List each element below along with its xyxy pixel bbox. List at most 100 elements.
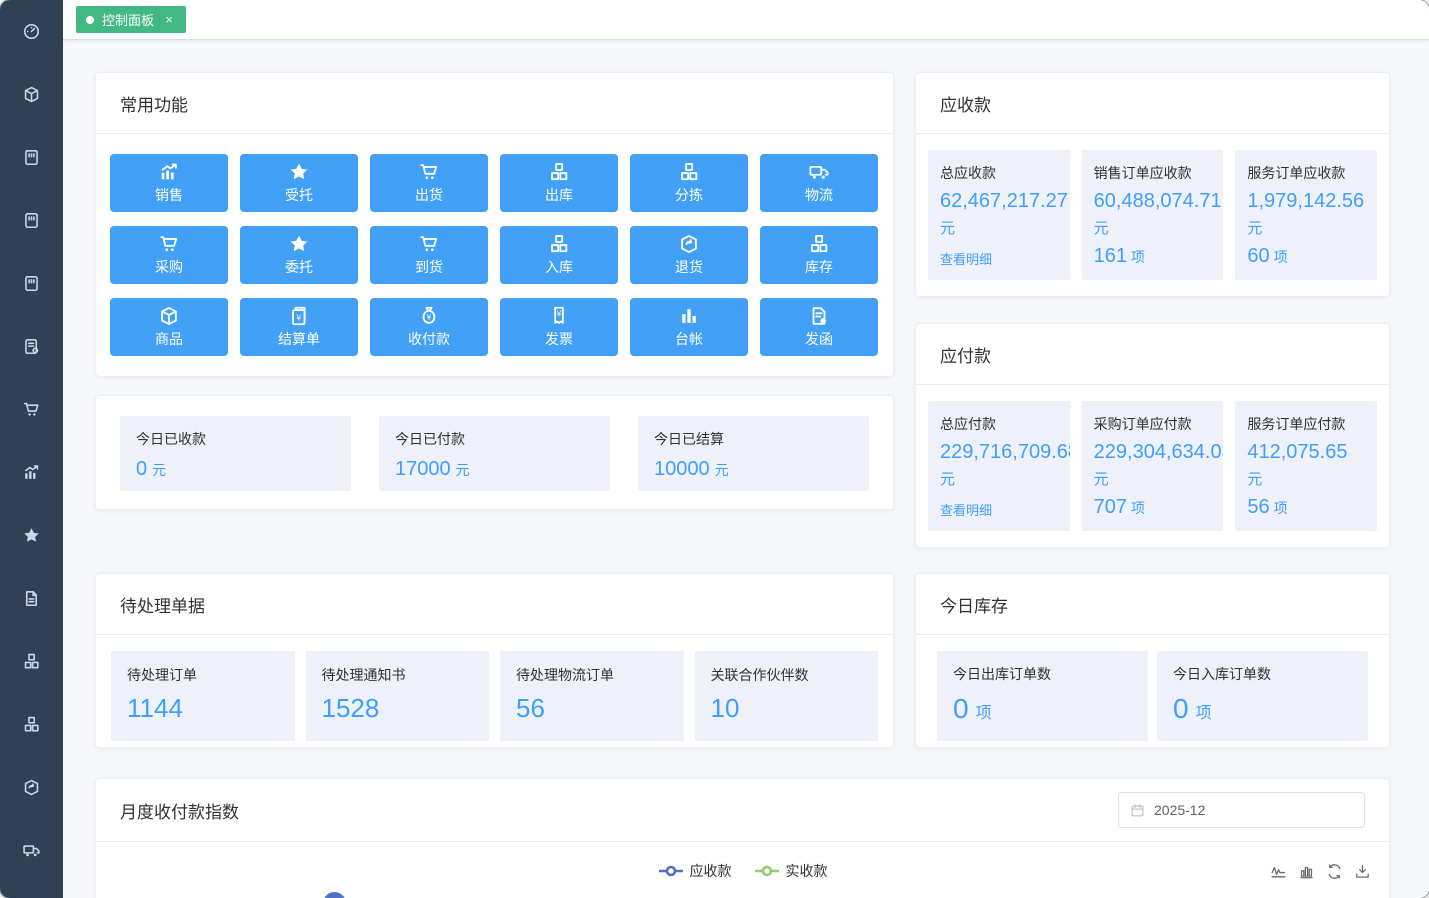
tile-label: 总应付款 <box>940 414 1070 434</box>
feature-button-sorting[interactable]: 分拣 <box>630 154 748 212</box>
tab-close-icon[interactable]: × <box>162 13 176 27</box>
pending-logistics-tile: 待处理物流订单 56 <box>500 651 684 741</box>
today-received-tile: 今日已收款 0元 <box>120 416 351 491</box>
view-details-link[interactable]: 查看明细 <box>940 500 992 519</box>
view-details-link[interactable]: 查看明细 <box>940 249 992 268</box>
service-order-payable-tile: 服务订单应付款 412,075.65 元 56项 <box>1235 401 1377 531</box>
sidebar-item-order-2[interactable] <box>0 189 63 252</box>
sidebar-item-stock[interactable] <box>0 756 63 819</box>
feature-button-goods[interactable]: 商品 <box>110 298 228 356</box>
feature-button-logistics[interactable]: 物流 <box>760 154 878 212</box>
line-chart-toggle-icon[interactable] <box>1270 863 1287 880</box>
month-picker-input[interactable]: 2025-12 <box>1118 792 1365 828</box>
receivables-card: 应收款 总应收款 62,467,217.27 元 查看明细 销售订单应收款 <box>915 72 1390 297</box>
inbound-count-tile: 今日入库订单数 0项 <box>1157 651 1368 741</box>
card-title: 待处理单据 <box>120 592 205 617</box>
tile-count: 707 <box>1094 496 1127 518</box>
feature-button-returns[interactable]: 退货 <box>630 226 748 284</box>
tile-value: 0 <box>1173 693 1189 724</box>
feature-button-entrusted[interactable]: 受托 <box>240 154 358 212</box>
tile-value: 62,467,217.27 <box>940 190 1070 213</box>
feature-button-shipment[interactable]: 出货 <box>370 154 488 212</box>
feature-button-purchase[interactable]: 采购 <box>110 226 228 284</box>
refresh-icon[interactable] <box>1326 863 1343 880</box>
today-settled-tile: 今日已结算 10000元 <box>638 416 869 491</box>
star-icon <box>288 233 310 255</box>
legend-item-receivable[interactable]: 应收款 <box>658 861 732 881</box>
cubes-icon <box>548 161 570 183</box>
tile-label: 待处理通知书 <box>322 665 474 685</box>
feature-button-invoice[interactable]: 发票 <box>500 298 618 356</box>
download-icon[interactable] <box>1354 863 1371 880</box>
feature-buttons-grid: 销售 受托 出货 出库 分拣 物流 采购 委托 到货 入库 退货 库存 <box>96 134 893 376</box>
tile-count-unit: 项 <box>1131 249 1145 265</box>
tile-value: 17000 <box>395 458 451 480</box>
truck-icon <box>808 161 830 183</box>
partner-count-tile: 关联合作伙伴数 10 <box>695 651 879 741</box>
feature-button-ledger[interactable]: 台帐 <box>630 298 748 356</box>
feature-button-outbound[interactable]: 出库 <box>500 154 618 212</box>
bar-chart-toggle-icon[interactable] <box>1298 863 1315 880</box>
receivables-header: 应收款 <box>916 73 1389 134</box>
calendar-icon <box>1130 803 1145 818</box>
legend-item-actual[interactable]: 实收款 <box>754 861 828 881</box>
tile-count-unit: 项 <box>1131 500 1145 516</box>
tile-value: 1,979,142.56 <box>1247 190 1377 213</box>
cubes-icon <box>678 161 700 183</box>
document-icon <box>22 589 41 608</box>
cubes-icon <box>808 233 830 255</box>
feature-button-label: 台帐 <box>675 329 703 349</box>
sidebar-item-logistics[interactable] <box>0 819 63 882</box>
card-title: 应收款 <box>940 91 991 116</box>
inventory-today-card: 今日库存 今日出库订单数 0项 今日入库订单数 0项 <box>915 573 1390 748</box>
feature-button-inventory[interactable]: 库存 <box>760 226 878 284</box>
trend-chart-icon <box>22 463 41 482</box>
inventory-today-header: 今日库存 <box>916 574 1389 635</box>
dashboard-content: 常用功能 销售 受托 出货 出库 分拣 物流 采购 委托 到货 入库 <box>63 40 1429 898</box>
star-icon <box>288 161 310 183</box>
stock-box-icon <box>22 778 41 797</box>
legend-label: 实收款 <box>786 861 828 881</box>
tile-value: 60,488,074.71 <box>1094 190 1224 213</box>
active-tab-dot-icon <box>86 16 94 24</box>
sidebar-item-product[interactable] <box>0 63 63 126</box>
feature-button-payments[interactable]: 收付款 <box>370 298 488 356</box>
feature-button-statement[interactable]: 结算单 <box>240 298 358 356</box>
feature-button-sales[interactable]: 销售 <box>110 154 228 212</box>
feature-button-letter[interactable]: 发函 <box>760 298 878 356</box>
letter-badge-icon <box>808 305 830 327</box>
feature-button-label: 委托 <box>285 257 313 277</box>
tab-dashboard[interactable]: 控制面板 × <box>76 6 186 33</box>
sidebar-item-warehouse-out[interactable] <box>0 630 63 693</box>
tile-label: 采购订单应付款 <box>1094 414 1224 434</box>
sidebar-item-consign[interactable] <box>0 504 63 567</box>
sidebar-item-order-1[interactable] <box>0 126 63 189</box>
sidebar-item-dashboard[interactable] <box>0 0 63 63</box>
sidebar-item-settlement[interactable] <box>0 315 63 378</box>
feature-button-arrival[interactable]: 到货 <box>370 226 488 284</box>
chart-legend: 应收款 实收款 <box>96 842 1389 881</box>
tile-label: 待处理订单 <box>127 665 279 685</box>
tile-label: 服务订单应付款 <box>1247 414 1377 434</box>
tile-unit: 元 <box>456 462 470 478</box>
card-title: 常用功能 <box>120 91 188 116</box>
tile-label: 今日已付款 <box>395 429 594 449</box>
main-area: 控制面板 × 常用功能 销售 受托 出货 <box>63 0 1429 898</box>
sidebar-item-order-3[interactable] <box>0 252 63 315</box>
tile-label: 总应收款 <box>940 163 1070 183</box>
total-receivable-tile: 总应收款 62,467,217.27 元 查看明细 <box>928 150 1070 280</box>
feature-button-label: 出货 <box>415 185 443 205</box>
sidebar-item-purchase[interactable] <box>0 378 63 441</box>
total-payable-tile: 总应付款 229,716,709.68 元 查看明细 <box>928 401 1070 531</box>
feature-button-inbound[interactable]: 入库 <box>500 226 618 284</box>
pending-documents-header: 待处理单据 <box>96 574 893 635</box>
feature-button-commission[interactable]: 委托 <box>240 226 358 284</box>
sidebar-item-warehouse-in[interactable] <box>0 693 63 756</box>
tab-bar: 控制面板 × <box>63 0 1429 40</box>
sidebar-item-reports[interactable] <box>0 441 63 504</box>
feature-button-label: 采购 <box>155 257 183 277</box>
return-box-icon <box>678 233 700 255</box>
feature-button-label: 发票 <box>545 329 573 349</box>
feature-button-label: 物流 <box>805 185 833 205</box>
sidebar-item-documents[interactable] <box>0 567 63 630</box>
